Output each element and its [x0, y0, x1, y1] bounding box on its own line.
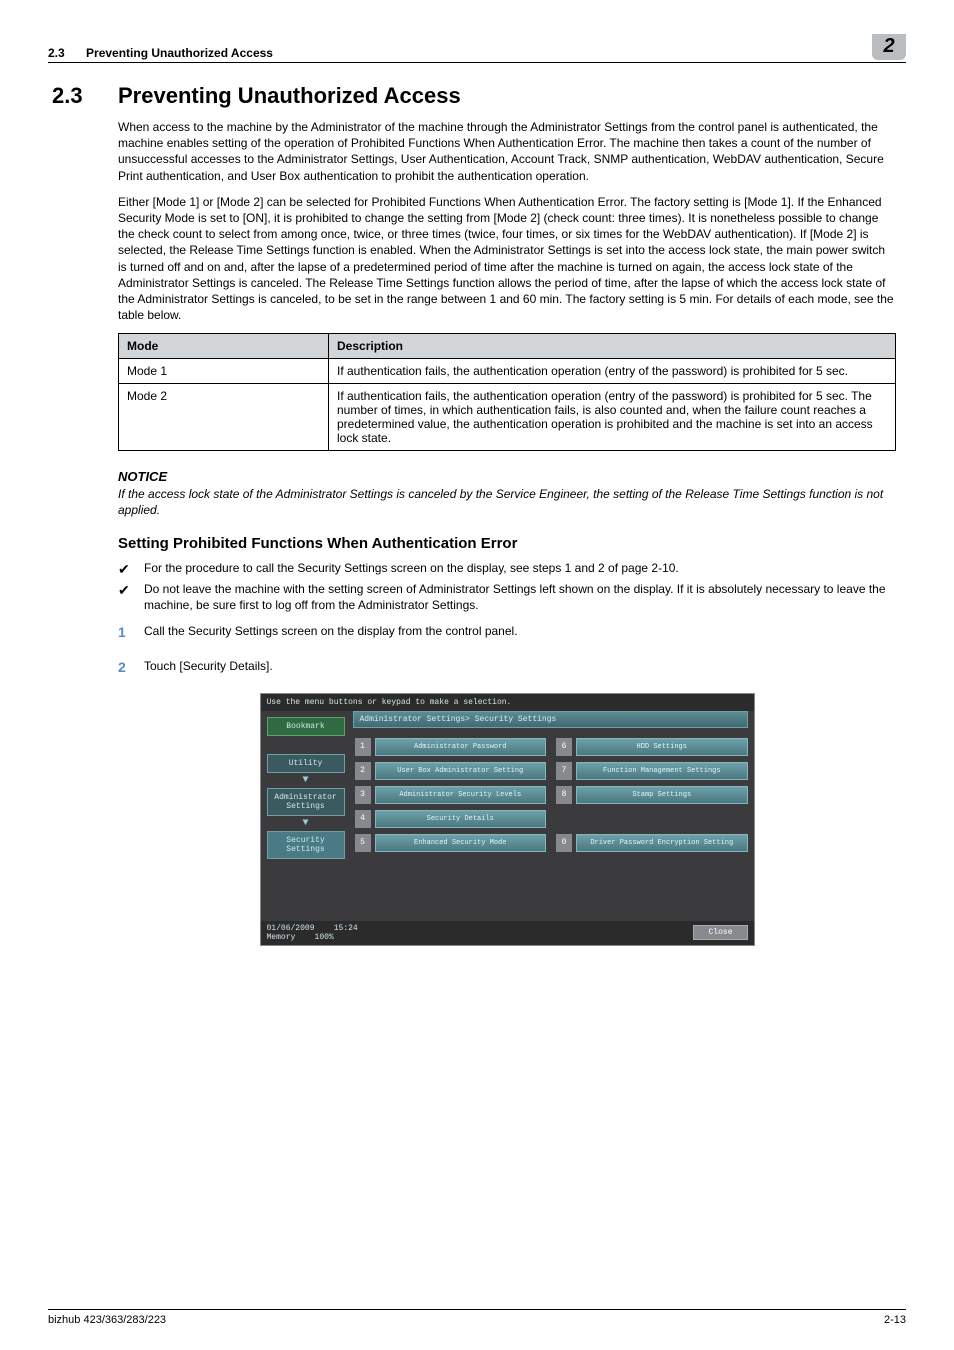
menu-number: 8	[556, 786, 572, 804]
userbox-admin-button[interactable]: User Box Administrator Setting	[375, 762, 547, 780]
panel-body: Bookmark Utility ▼ Administrator Setting…	[261, 711, 754, 921]
bullet-list: For the procedure to call the Security S…	[118, 560, 896, 613]
chevron-down-icon: ▼	[267, 775, 345, 786]
step-text: Call the Security Settings screen on the…	[144, 623, 518, 642]
th-mode: Mode	[119, 334, 329, 359]
running-head: 2.3 Preventing Unauthorized Access	[48, 46, 872, 60]
footer-model: bizhub 423/363/283/223	[48, 1314, 166, 1326]
panel-left-column: Bookmark Utility ▼ Administrator Setting…	[261, 711, 351, 921]
panel-datetime: 01/06/2009 15:24 Memory 100%	[267, 924, 358, 942]
running-head-title: Preventing Unauthorized Access	[86, 46, 273, 60]
section-body: When access to the machine by the Admini…	[118, 119, 896, 946]
breadcrumb: Administrator Settings> Security Setting…	[353, 711, 748, 728]
security-details-button[interactable]: Security Details	[375, 810, 547, 828]
checkmark-icon	[118, 560, 144, 579]
menu-number: 2	[355, 762, 371, 780]
cell-desc: If authentication fails, the authenticat…	[329, 359, 896, 384]
list-item: For the procedure to call the Security S…	[118, 560, 896, 579]
step-text: Touch [Security Details].	[144, 658, 273, 677]
cell-desc: If authentication fails, the authenticat…	[329, 384, 896, 451]
panel-memory-label: Memory	[267, 933, 296, 942]
close-button[interactable]: Close	[693, 925, 747, 940]
cell-mode: Mode 2	[119, 384, 329, 451]
step-item: 2Touch [Security Details].	[118, 658, 896, 677]
panel-footer: 01/06/2009 15:24 Memory 100% Close	[261, 921, 754, 945]
th-desc: Description	[329, 334, 896, 359]
panel-time: 15:24	[334, 924, 358, 933]
cell-mode: Mode 1	[119, 359, 329, 384]
table-header-row: Mode Description	[119, 334, 896, 359]
step-item: 1Call the Security Settings screen on th…	[118, 623, 896, 642]
paragraph-2: Either [Mode 1] or [Mode 2] can be selec…	[118, 194, 896, 324]
mode-table: Mode Description Mode 1 If authenticatio…	[118, 333, 896, 451]
device-screenshot: Use the menu buttons or keypad to make a…	[260, 693, 755, 946]
section-title: 2.3 Preventing Unauthorized Access	[48, 83, 906, 109]
menu-number: 3	[355, 786, 371, 804]
section-number: 2.3	[48, 83, 118, 109]
chapter-badge: 2	[872, 34, 906, 60]
security-settings-button[interactable]: Security Settings	[267, 831, 345, 859]
administrator-settings-button[interactable]: Administrator Settings	[267, 788, 345, 816]
menu-number: 5	[355, 834, 371, 852]
admin-security-levels-button[interactable]: Administrator Security Levels	[375, 786, 547, 804]
page-footer: bizhub 423/363/283/223 2-13	[48, 1309, 906, 1326]
chevron-down-icon: ▼	[267, 818, 345, 829]
step-list: 1Call the Security Settings screen on th…	[118, 623, 896, 677]
section-name: Preventing Unauthorized Access	[118, 83, 461, 109]
page-header: 2.3 Preventing Unauthorized Access 2	[48, 34, 906, 63]
paragraph-1: When access to the machine by the Admini…	[118, 119, 896, 184]
panel-right-column: Administrator Settings> Security Setting…	[351, 711, 754, 921]
menu-number: 6	[556, 738, 572, 756]
bookmark-button[interactable]: Bookmark	[267, 717, 345, 736]
panel-memory-value: 100%	[315, 933, 334, 942]
menu-number: 4	[355, 810, 371, 828]
step-number: 1	[118, 623, 144, 642]
menu-number: 1	[355, 738, 371, 756]
list-item: Do not leave the machine with the settin…	[118, 581, 896, 613]
subsection-heading: Setting Prohibited Functions When Authen…	[118, 535, 896, 552]
utility-button[interactable]: Utility	[267, 754, 345, 773]
bullet-text: Do not leave the machine with the settin…	[144, 581, 896, 613]
panel-date: 01/06/2009	[267, 924, 315, 933]
stamp-settings-button[interactable]: Stamp Settings	[576, 786, 748, 804]
menu-button-grid: 1Administrator Password 6HDD Settings 2U…	[353, 738, 748, 852]
panel-top-message: Use the menu buttons or keypad to make a…	[261, 694, 754, 711]
table-row: Mode 2 If authentication fails, the auth…	[119, 384, 896, 451]
enhanced-security-button[interactable]: Enhanced Security Mode	[375, 834, 547, 852]
hdd-settings-button[interactable]: HDD Settings	[576, 738, 748, 756]
table-row: Mode 1 If authentication fails, the auth…	[119, 359, 896, 384]
function-management-button[interactable]: Function Management Settings	[576, 762, 748, 780]
menu-number: 0	[556, 834, 572, 852]
driver-password-button[interactable]: Driver Password Encryption Setting	[576, 834, 748, 852]
checkmark-icon	[118, 581, 144, 613]
running-head-num: 2.3	[48, 46, 65, 60]
administrator-password-button[interactable]: Administrator Password	[375, 738, 547, 756]
notice-text: If the access lock state of the Administ…	[118, 486, 896, 518]
footer-page: 2-13	[884, 1314, 906, 1326]
step-number: 2	[118, 658, 144, 677]
bullet-text: For the procedure to call the Security S…	[144, 560, 679, 579]
notice-heading: NOTICE	[118, 469, 896, 484]
menu-number: 7	[556, 762, 572, 780]
